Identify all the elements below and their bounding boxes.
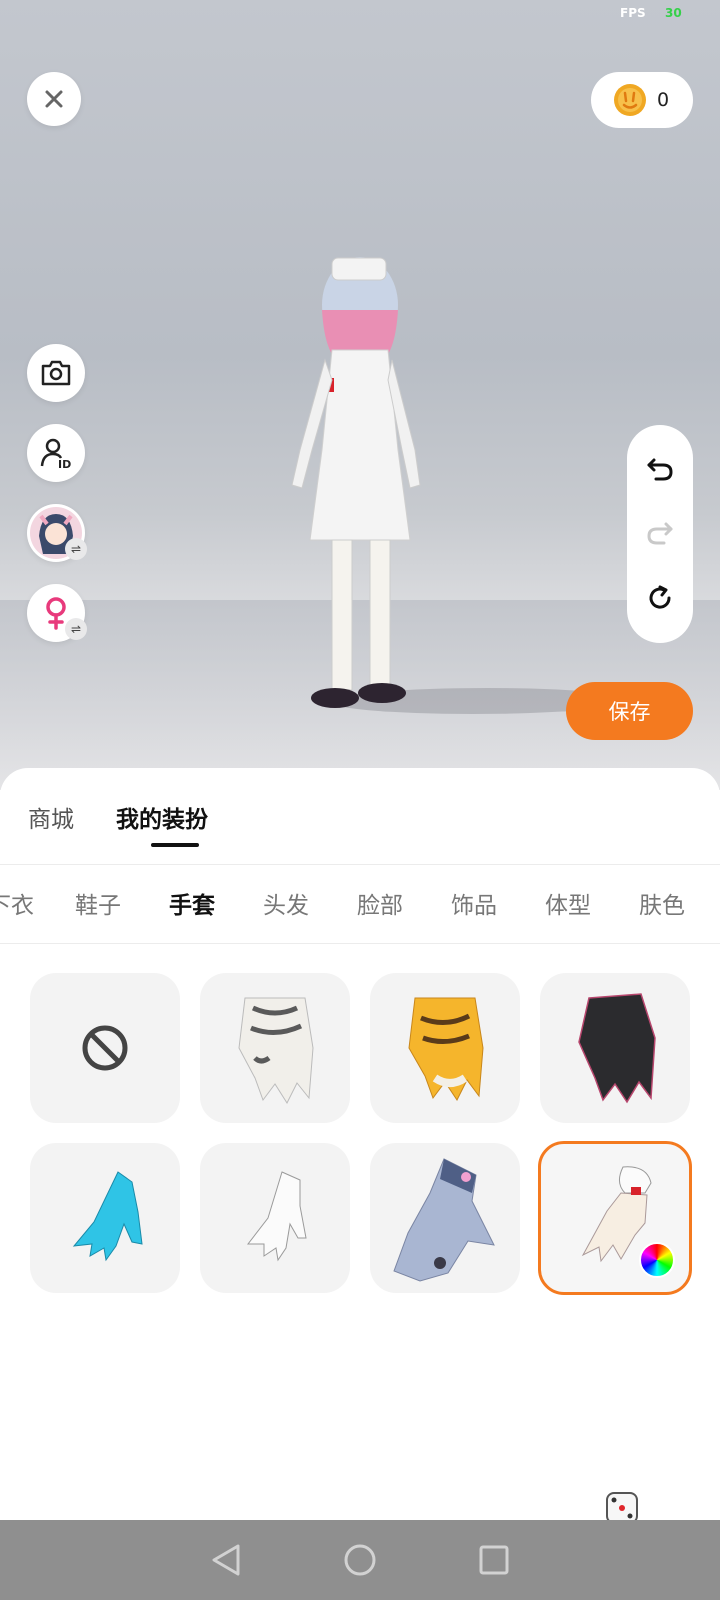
category-gloves[interactable]: 手套 (169, 886, 215, 920)
black-claw-glove-icon (578, 993, 656, 1104)
category-bottoms[interactable]: 下衣 (0, 886, 34, 920)
undo-icon[interactable] (646, 456, 674, 482)
avatar-id-button[interactable]: ID (27, 424, 85, 482)
main-tabs: 商城 我的装扮 (28, 800, 208, 834)
swap-icon: ⇌ (65, 538, 87, 560)
category-face[interactable]: 脸部 (357, 886, 403, 920)
category-hair[interactable]: 头发 (263, 886, 309, 920)
white-tiger-glove-icon (238, 997, 314, 1105)
character-switch-button[interactable]: ⇌ (27, 504, 87, 562)
item-nurse-glove[interactable] (538, 1141, 692, 1295)
item-white-tiger-glove[interactable] (200, 973, 350, 1123)
yellow-tiger-glove-icon (408, 997, 484, 1101)
user-id-icon: ID (40, 438, 71, 470)
coin-balance[interactable]: 0 (591, 72, 693, 128)
tab-indicator (151, 843, 199, 847)
camera-button[interactable] (27, 344, 85, 402)
item-yellow-tiger-glove[interactable] (370, 973, 520, 1123)
divider (0, 864, 720, 865)
coin-icon (614, 84, 646, 116)
close-button[interactable] (27, 72, 81, 126)
tab-my-outfits[interactable]: 我的装扮 (116, 800, 208, 834)
shark-glove-icon (393, 1158, 495, 1282)
category-skin[interactable]: 肤色 (639, 886, 685, 920)
item-white-glove[interactable] (200, 1143, 350, 1293)
category-tabs[interactable]: 下衣 鞋子 手套 头发 脸部 饰品 体型 肤色 (0, 886, 720, 922)
cyan-glove-icon (72, 1171, 143, 1262)
item-black-claw-glove[interactable] (540, 973, 690, 1123)
category-body[interactable]: 体型 (545, 886, 591, 920)
item-none[interactable] (30, 973, 180, 1123)
camera-icon (41, 360, 71, 386)
back-icon[interactable] (210, 1543, 242, 1577)
reset-icon[interactable] (646, 584, 674, 612)
white-glove-icon (246, 1171, 307, 1262)
gender-switch-button[interactable]: ⇌ (27, 584, 87, 642)
redo-icon[interactable] (646, 520, 674, 546)
fps-label: FPS (620, 6, 646, 20)
none-icon (82, 1025, 128, 1071)
coin-count: 0 (657, 89, 670, 111)
color-wheel-icon[interactable] (639, 1242, 675, 1278)
recents-icon[interactable] (478, 1544, 510, 1576)
fps-value: 30 (665, 6, 682, 20)
item-cyan-glove[interactable] (30, 1143, 180, 1293)
avatar-figure (291, 257, 421, 708)
category-accessories[interactable]: 饰品 (451, 886, 497, 920)
swap-icon: ⇌ (65, 618, 87, 640)
divider (0, 943, 720, 944)
tab-shop[interactable]: 商城 (28, 800, 74, 834)
item-shark-glove[interactable] (370, 1143, 520, 1293)
svg-text:ID: ID (58, 458, 71, 470)
save-button[interactable]: 保存 (566, 682, 693, 740)
category-shoes[interactable]: 鞋子 (75, 886, 121, 920)
history-controls (627, 425, 693, 643)
system-navbar (0, 1520, 720, 1600)
close-icon (45, 90, 63, 108)
avatar-viewport[interactable]: FPS 30 0 ID ⇌ ⇌ 保存 (0, 0, 720, 790)
home-icon[interactable] (343, 1543, 377, 1577)
